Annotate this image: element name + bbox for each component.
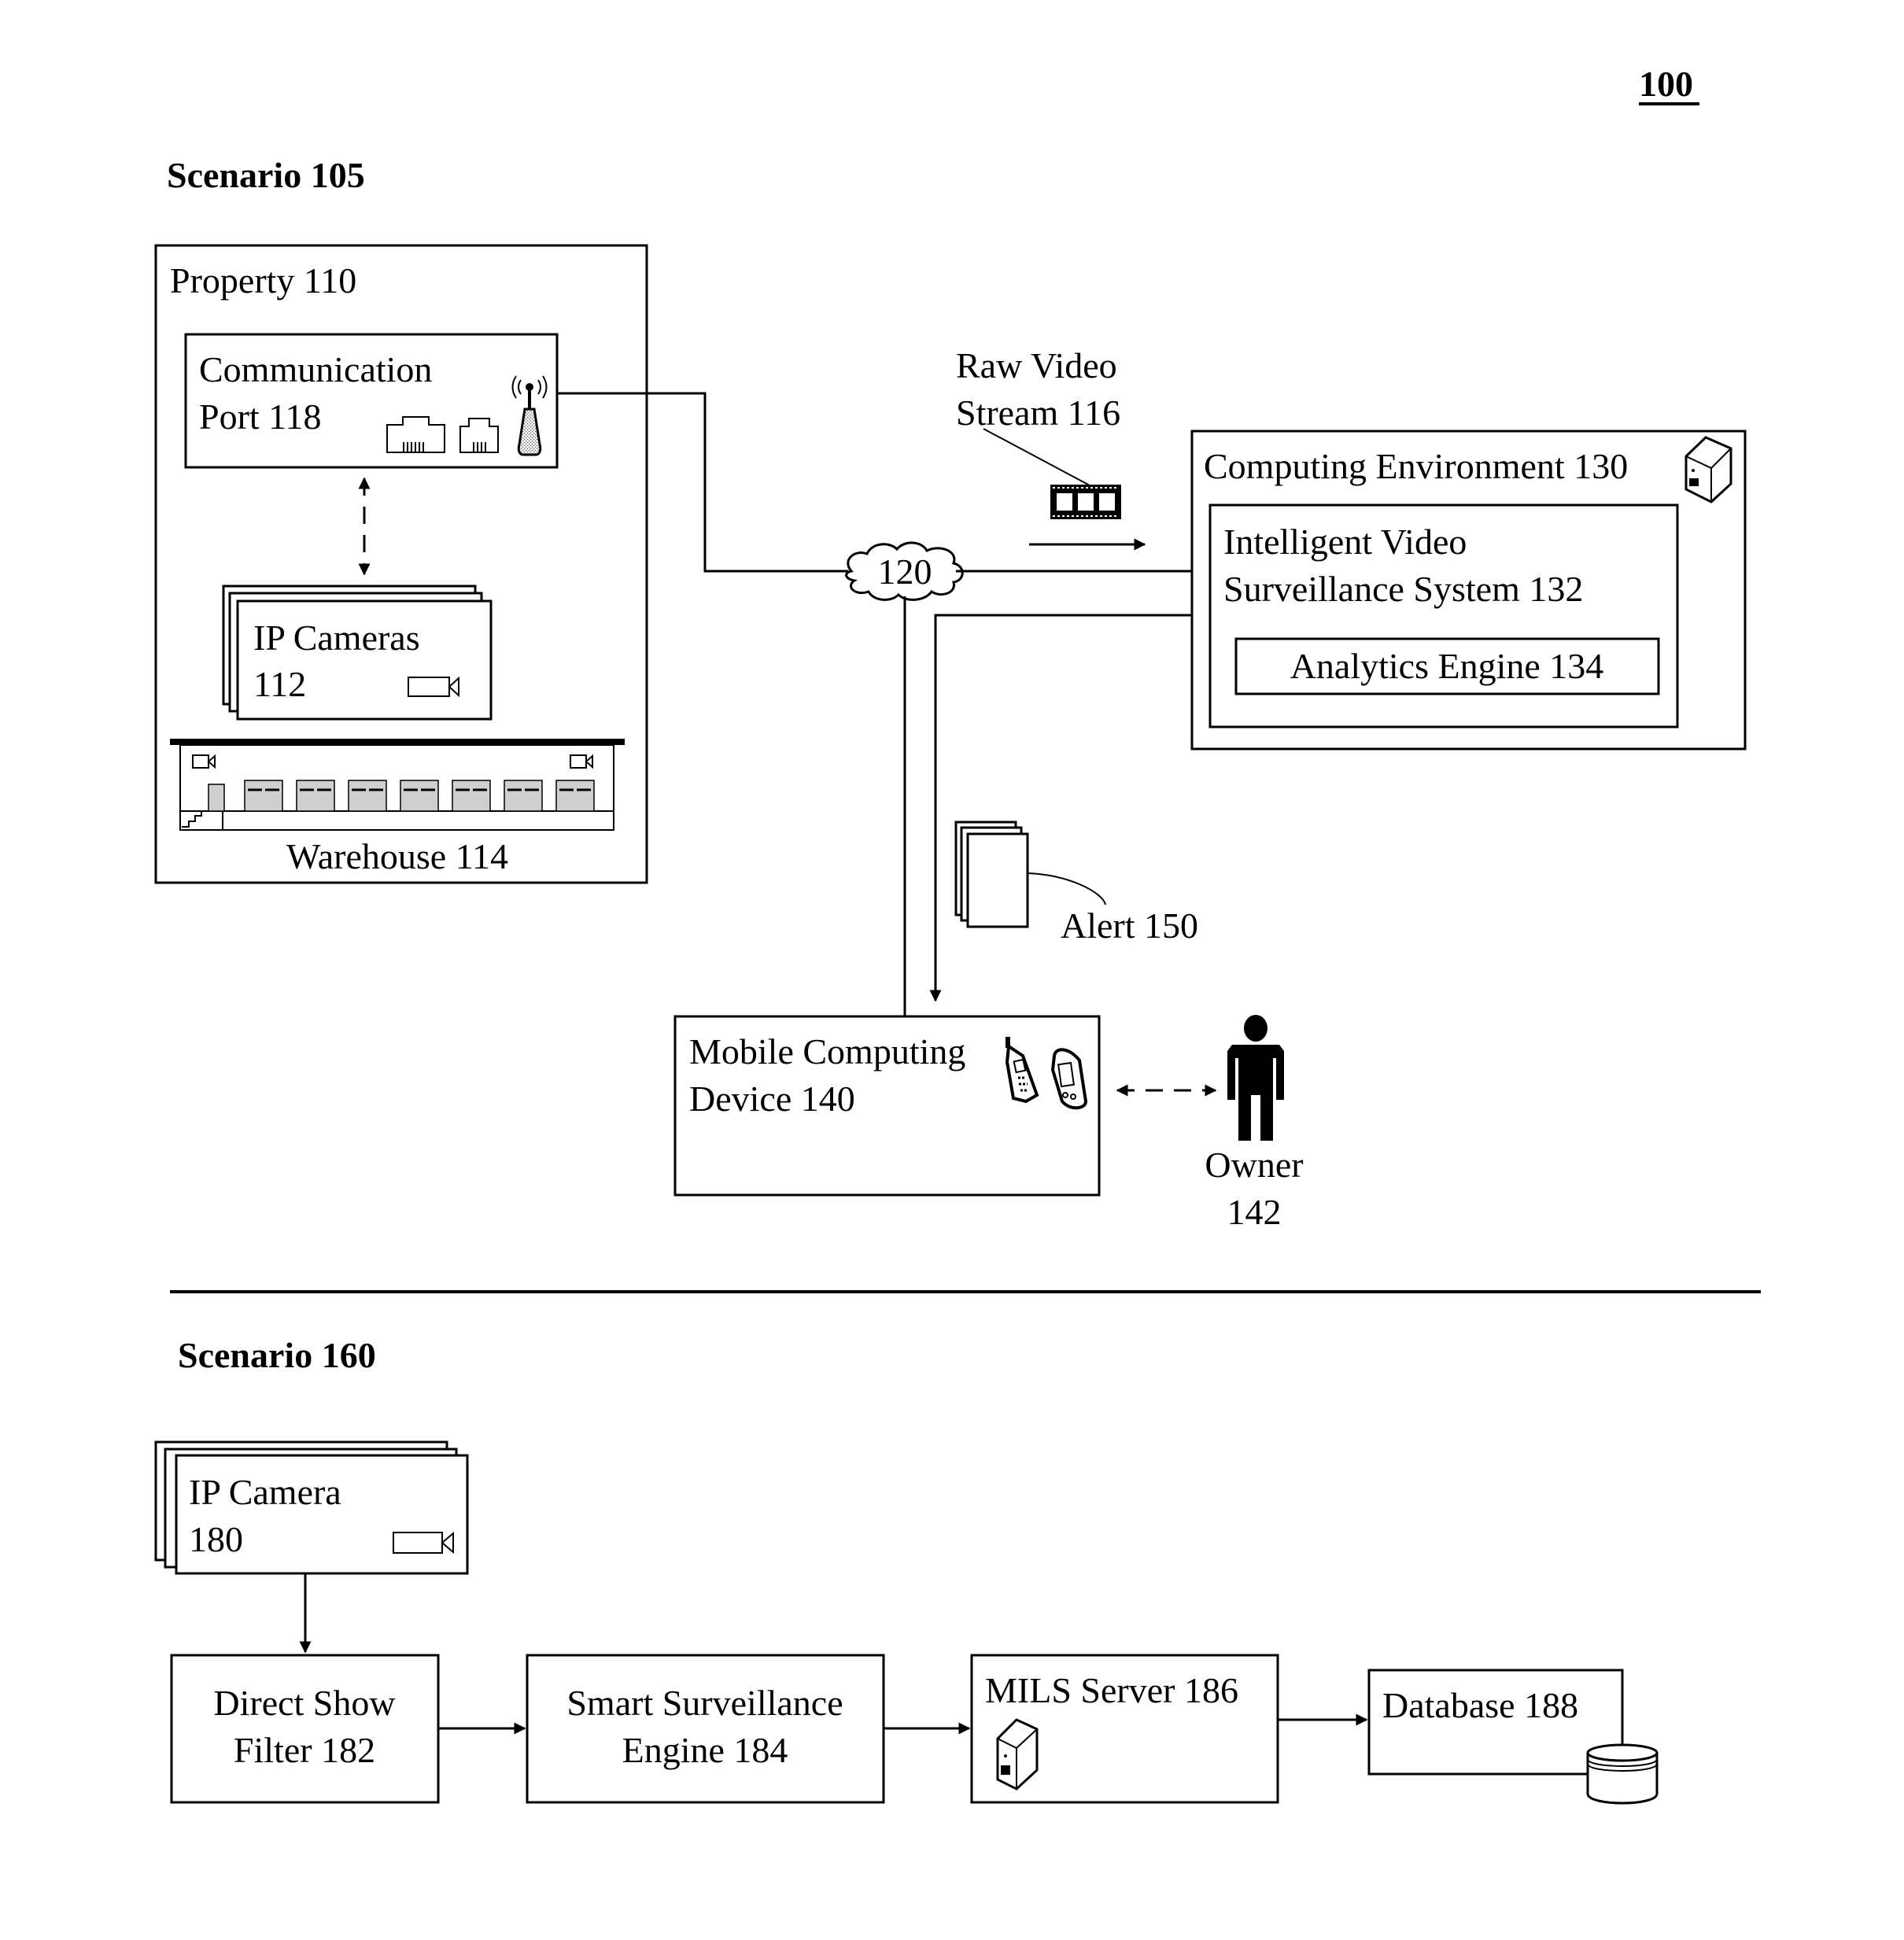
ip-camera-label-line2: 180: [189, 1519, 243, 1559]
ivss-box: Intelligent Video Surveillance System 13…: [1208, 503, 1679, 728]
smart-surveillance-engine-label-line2: Engine 184: [622, 1730, 788, 1770]
ip-camera-label-line1: IP Camera: [189, 1472, 341, 1512]
alert-label: Alert 150: [1061, 905, 1198, 946]
mils-server-box: MILS Server 186: [970, 1654, 1279, 1804]
film-strip-icon: [1050, 485, 1121, 519]
scenario-160-title: Scenario 160: [178, 1335, 376, 1375]
analytics-engine-label: Analytics Engine 134: [1290, 646, 1604, 686]
direct-show-filter-label-line1: Direct Show: [213, 1683, 396, 1723]
ip-camera-180-box: IP Camera 180: [154, 1440, 469, 1575]
network-cloud: 120: [845, 541, 964, 601]
direct-show-filter-box: Direct Show Filter 182: [170, 1654, 440, 1804]
scenario-105-title: Scenario 105: [167, 155, 365, 195]
warehouse-bay-door: [452, 780, 491, 812]
analytics-engine-box: Analytics Engine 134: [1234, 637, 1660, 695]
database-cylinder-icon: [1586, 1743, 1659, 1805]
communication-port-label-line2: Port 118: [199, 396, 321, 437]
property-label: Property 110: [170, 260, 356, 301]
computing-environment-box: Computing Environment 130 Intelligent Vi…: [1190, 430, 1747, 751]
direct-show-filter-frame: [170, 1654, 440, 1804]
person-icon: [1227, 1015, 1284, 1141]
raw-video-stream-label-line1: Raw Video: [956, 345, 1117, 385]
ip-cameras-box: IP Cameras 112: [222, 585, 493, 721]
warehouse-roof: [170, 739, 625, 745]
warehouse-door: [208, 784, 225, 812]
raw-video-stream: Raw Video Stream 116: [956, 345, 1146, 551]
alert-leader-line: [1027, 872, 1106, 905]
mobile-device-label-line2: Device 140: [689, 1079, 855, 1119]
ivss-label-line2: Surveillance System 132: [1223, 569, 1583, 609]
warehouse-bay-door: [296, 780, 335, 812]
raw-video-leader-line: [983, 428, 1090, 486]
warehouse-bay-door: [504, 780, 543, 812]
ip-cameras-label-line1: IP Cameras: [253, 618, 420, 658]
warehouse-bay-door: [348, 780, 387, 812]
computing-environment-label: Computing Environment 130: [1204, 446, 1628, 486]
ip-cameras-label-line2: 112: [253, 664, 306, 704]
owner: Owner 142: [1205, 1015, 1304, 1232]
mobile-device-label-line1: Mobile Computing: [689, 1031, 965, 1071]
database-label: Database 188: [1382, 1685, 1578, 1725]
warehouse-bay-door: [400, 780, 439, 812]
ivss-label-line1: Intelligent Video: [1223, 522, 1467, 562]
svg-text:100: 100: [1639, 64, 1693, 104]
warehouse-illustration: [170, 739, 625, 831]
direct-show-filter-label-line2: Filter 182: [234, 1730, 375, 1770]
raw-video-stream-label-line2: Stream 116: [956, 393, 1120, 433]
smart-surveillance-engine-box: Smart Surveillance Engine 184: [526, 1654, 885, 1804]
alert: Alert 150: [954, 821, 1198, 946]
smart-surveillance-engine-frame: [526, 1654, 885, 1804]
document-stack-icon: [954, 821, 1029, 928]
network-label: 120: [878, 551, 932, 592]
mobile-device-box: Mobile Computing Device 140: [673, 1015, 1101, 1197]
property-box: Property 110 Communication Port 118 IP C…: [154, 244, 648, 884]
communication-port-label-line1: Communication: [199, 349, 432, 389]
owner-label-line1: Owner: [1205, 1145, 1303, 1185]
communication-port-box: Communication Port 118: [184, 333, 559, 469]
mils-server-label: MILS Server 186: [985, 1670, 1238, 1710]
database-box: Database 188: [1367, 1669, 1659, 1805]
smart-surveillance-engine-label-line1: Smart Surveillance: [566, 1683, 843, 1723]
patent-figure: 100 Scenario 105 Property 110 Communicat…: [154, 64, 1761, 1805]
warehouse-bay-door: [244, 780, 283, 812]
warehouse-label: Warehouse 114: [286, 836, 508, 876]
warehouse-bay-door: [555, 780, 595, 812]
warehouse-bay-doors: [244, 780, 595, 812]
owner-label-line2: 142: [1227, 1192, 1282, 1232]
figure-number: 100: [1639, 64, 1699, 105]
